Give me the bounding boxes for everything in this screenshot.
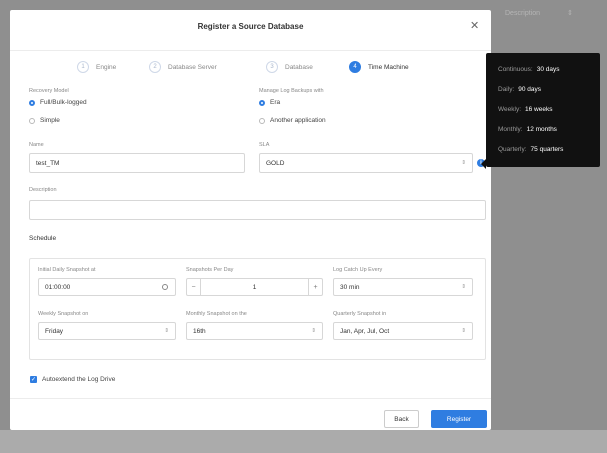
weekly-snapshot-select[interactable]: Friday ⇕ <box>38 322 176 340</box>
schedule-title: Schedule <box>29 235 57 242</box>
retention-label: Daily: <box>498 86 515 93</box>
retention-label: Continuous: <box>498 66 533 73</box>
radio-label: Full/Bulk-logged <box>40 99 87 106</box>
retention-value: 90 days <box>518 86 542 93</box>
step-label: Time Machine <box>368 63 409 71</box>
radio-label: Simple <box>40 117 60 124</box>
step-label: Database Server <box>168 63 217 71</box>
schedule-panel <box>29 258 486 360</box>
chevron-updown-icon: ⇕ <box>164 328 169 334</box>
radio-unselected-icon <box>29 117 35 124</box>
chevron-updown-icon: ⇕ <box>461 284 466 290</box>
sla-select[interactable]: GOLD ⇕ <box>259 153 473 173</box>
description-label: Description <box>29 187 57 193</box>
modal-title: Register a Source Database <box>197 22 304 31</box>
autoextend-label: Autoextend the Log Drive <box>42 376 116 383</box>
back-button[interactable]: Back <box>384 410 419 428</box>
radio-selected-icon <box>259 99 265 106</box>
monthly-snapshot-select[interactable]: 16th ⇕ <box>186 322 323 340</box>
chevron-updown-icon: ⇕ <box>461 328 466 334</box>
sla-tooltip: Continuous: 30 days Daily: 90 days Weekly:… <box>486 53 600 167</box>
step-label: Database <box>285 63 313 71</box>
name-value: test_TM <box>36 159 60 167</box>
background-footer <box>0 430 607 453</box>
snapshots-per-day-stepper[interactable]: − 1 + <box>186 278 323 296</box>
register-source-database-modal: Register a Source Database ✕ 1 Engine 2 … <box>10 10 491 430</box>
register-button[interactable]: Register <box>431 410 487 428</box>
radio-unselected-icon <box>259 117 265 124</box>
close-icon[interactable]: ✕ <box>470 19 479 32</box>
radio-selected-icon <box>29 99 35 106</box>
recovery-model-label: Recovery Model <box>29 88 69 94</box>
step-number: 4 <box>349 61 361 73</box>
name-input[interactable]: test_TM <box>29 153 245 173</box>
radio-another-application[interactable]: Another application <box>259 117 326 124</box>
retention-value: 30 days <box>536 66 560 73</box>
retention-value: 75 quarters <box>530 146 564 153</box>
step-label: Engine <box>96 63 117 71</box>
radio-era[interactable]: Era <box>259 99 280 106</box>
chevron-updown-icon: ⇕ <box>311 328 316 334</box>
background-column-header: Description <box>505 10 541 17</box>
autoextend-log-drive-checkbox[interactable]: ✓ Autoextend the Log Drive <box>30 376 115 383</box>
log-catchup-label: Log Catch Up Every <box>333 267 383 273</box>
retention-label: Weekly: <box>498 106 521 113</box>
tooltip-row: Quarterly: 75 quarters <box>498 146 563 153</box>
step-database-server[interactable]: 2 Database Server <box>149 60 217 74</box>
step-engine[interactable]: 1 Engine <box>77 60 116 74</box>
radio-full-bulk-logged[interactable]: Full/Bulk-logged <box>29 99 87 106</box>
retention-label: Quarterly: <box>498 146 527 153</box>
initial-snapshot-time-input[interactable]: 01:00:00 <box>38 278 176 296</box>
background-sort-icon: ⇕ <box>567 10 573 17</box>
monthly-snapshot-value: 16th <box>193 327 206 335</box>
quarterly-snapshot-label: Quarterly Snapshot in <box>333 311 387 317</box>
clock-icon <box>162 284 168 290</box>
chevron-updown-icon: ⇕ <box>461 160 466 166</box>
log-catchup-select[interactable]: 30 min ⇕ <box>333 278 473 296</box>
step-number: 3 <box>266 61 278 73</box>
sla-value: GOLD <box>266 159 285 167</box>
quarterly-snapshot-select[interactable]: Jan, Apr, Jul, Oct ⇕ <box>333 322 473 340</box>
header-divider <box>10 50 491 51</box>
name-label: Name <box>29 142 44 148</box>
initial-snapshot-value: 01:00:00 <box>45 283 71 291</box>
step-number: 2 <box>149 61 161 73</box>
weekly-snapshot-label: Weekly Snapshot on <box>38 311 89 317</box>
radio-label: Era <box>270 99 281 106</box>
radio-simple[interactable]: Simple <box>29 117 60 124</box>
footer-divider <box>10 398 491 399</box>
tooltip-row: Daily: 90 days <box>498 86 541 93</box>
step-database[interactable]: 3 Database <box>266 60 313 74</box>
log-catchup-value: 30 min <box>340 283 360 291</box>
tooltip-row: Weekly: 16 weeks <box>498 106 552 113</box>
quarterly-snapshot-value: Jan, Apr, Jul, Oct <box>340 327 390 335</box>
weekly-snapshot-value: Friday <box>45 327 64 335</box>
manage-log-backups-label: Manage Log Backups with <box>259 88 324 94</box>
initial-snapshot-label: Initial Daily Snapshot at <box>38 267 96 273</box>
radio-label: Another application <box>270 117 326 124</box>
step-time-machine[interactable]: 4 Time Machine <box>349 60 409 74</box>
description-input[interactable] <box>29 200 486 220</box>
increment-button[interactable]: + <box>308 279 322 295</box>
retention-value: 12 months <box>526 126 557 133</box>
checkmark-icon: ✓ <box>30 376 37 383</box>
snapshots-per-day-value: 1 <box>252 283 257 291</box>
sla-label: SLA <box>259 142 270 148</box>
tooltip-row: Continuous: 30 days <box>498 66 559 73</box>
retention-label: Monthly: <box>498 126 523 133</box>
step-number: 1 <box>77 61 89 73</box>
monthly-snapshot-label: Monthly Snapshot on the <box>186 311 247 317</box>
tooltip-row: Monthly: 12 months <box>498 126 557 133</box>
snapshots-per-day-label: Snapshots Per Day <box>186 267 234 273</box>
retention-value: 16 weeks <box>525 106 553 113</box>
